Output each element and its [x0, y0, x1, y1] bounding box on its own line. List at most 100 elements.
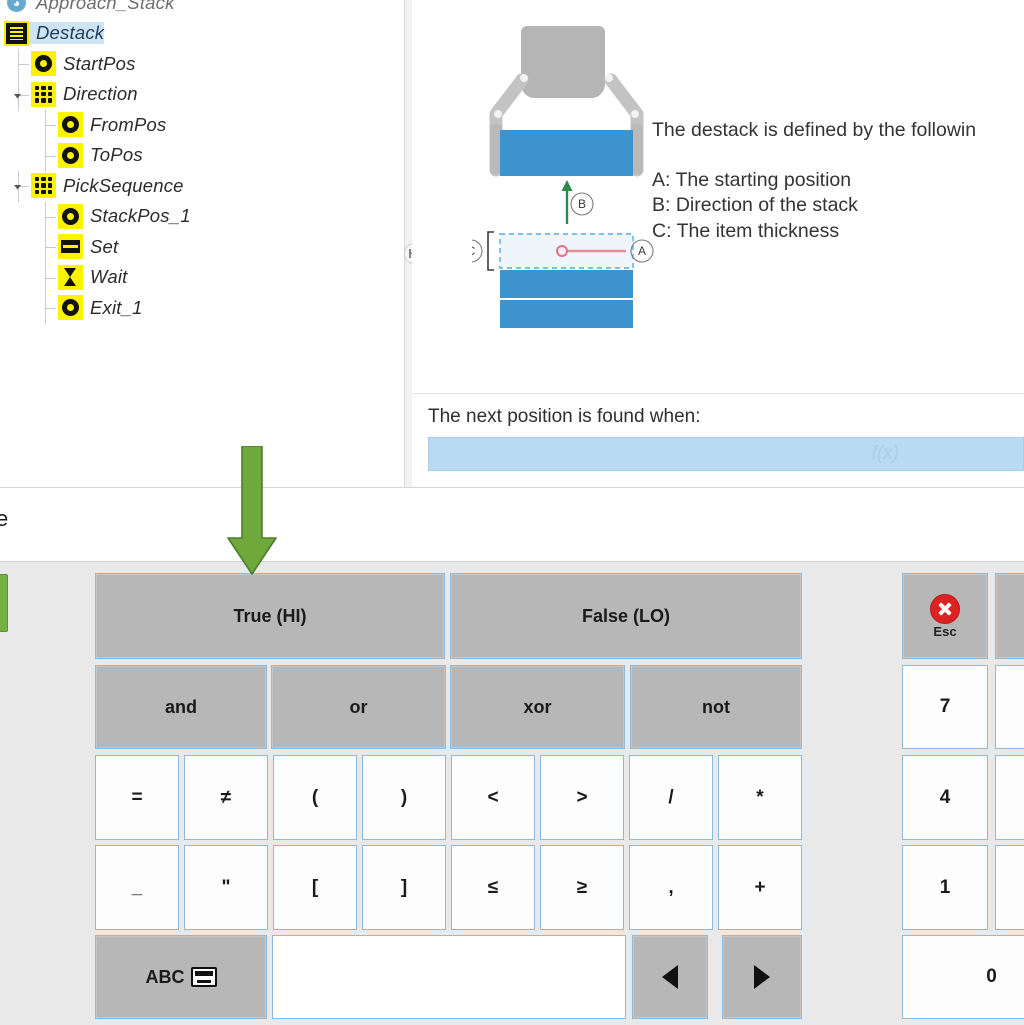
key-abc-switch[interactable]: ABC — [95, 935, 267, 1019]
tree-item-picksequence[interactable]: PickSequence — [0, 171, 404, 202]
tree-item-startpos[interactable]: StartPos — [0, 49, 404, 80]
onscreen-keyboard[interactable]: True (HI) False (LO) and or xor not = ≠() < > / * _ "… — [0, 561, 1024, 1025]
key-bracket-close[interactable]: ] — [362, 845, 446, 930]
key-false-lo[interactable]: False (LO) — [450, 573, 802, 659]
key-and[interactable]: and — [95, 665, 267, 749]
destack-description: The destack is defined by the followin A… — [652, 118, 1024, 245]
right-arrow-icon — [754, 965, 770, 989]
keyboard-text-input[interactable] — [272, 935, 626, 1019]
key-comma[interactable]: , — [629, 845, 713, 930]
tree-item-approach_stack[interactable]: ◕ Approach_Stack — [0, 0, 404, 19]
tree-item-exit_1[interactable]: Exit_1 — [0, 293, 404, 324]
abc-label: ABC — [145, 966, 185, 987]
tree-item-content: PickSequence — [31, 173, 184, 198]
legend-line-c: C: The item thickness — [652, 220, 840, 243]
tree-guide-line — [45, 155, 56, 157]
tree-item-set[interactable]: Set — [0, 232, 404, 263]
program-node-icon: ◕ — [4, 0, 29, 15]
app-root: ◕ Approach_Stack Destack StartPos Direction F… — [0, 0, 1024, 1025]
destack-diagram: B A C — [459, 18, 662, 338]
key-underscore[interactable]: _ — [95, 845, 179, 930]
keyboard-left-edge — [0, 562, 14, 1025]
tree-item-destack[interactable]: Destack — [0, 19, 404, 50]
key-num-0[interactable]: 0 — [902, 935, 1024, 1019]
tree-item-content: Destack — [4, 20, 105, 46]
keyboard-icon — [190, 967, 217, 987]
svg-text:A: A — [638, 244, 646, 258]
tree-guide-line — [45, 216, 56, 218]
waypoint-icon — [58, 295, 83, 320]
tree-item-label: ToPos — [90, 144, 143, 165]
secondary-header-band: e — [0, 487, 1024, 562]
key-multiply[interactable]: * — [718, 755, 802, 840]
tree-item-content: ◕ Approach_Stack — [4, 0, 175, 15]
legend-line-a: A: The starting position — [652, 168, 852, 191]
key-not[interactable]: not — [630, 665, 802, 749]
tree-item-wait[interactable]: Wait — [0, 262, 404, 294]
key-esc[interactable]: Esc — [902, 573, 988, 659]
key-num-col2-row3[interactable] — [995, 845, 1024, 930]
tree-item-label: PickSequence — [63, 174, 184, 196]
esc-label: Esc — [933, 624, 957, 639]
key-not-equal[interactable]: ≠ — [184, 755, 268, 840]
key-num-4[interactable]: 4 — [902, 755, 988, 840]
waypoint-icon — [58, 112, 83, 137]
fx-placeholder: f(x) — [871, 443, 899, 464]
key-num-col2-row1[interactable] — [995, 665, 1024, 749]
next-position-block: The next position is found when: f(x) — [428, 406, 1024, 471]
tree-item-label: StackPos_1 — [90, 205, 191, 226]
program-editor-area: ◕ Approach_Stack Destack StartPos Direction F… — [0, 0, 1024, 487]
key-backspace[interactable] — [995, 573, 1024, 659]
tree-item-label: Approach_Stack — [36, 0, 175, 13]
key-less-than[interactable]: < — [451, 755, 535, 840]
green-side-tab[interactable] — [0, 574, 8, 632]
key-divide[interactable]: / — [629, 755, 713, 840]
legend-line-b: B: Direction of the stack — [652, 194, 858, 217]
key-greater-than[interactable]: > — [540, 755, 624, 840]
tree-item-label: FromPos — [90, 113, 167, 135]
key-greater-equal[interactable]: ≥ — [540, 845, 624, 930]
key-cursor-right[interactable] — [722, 935, 802, 1019]
key-paren-close[interactable]: ) — [362, 755, 446, 840]
key-num-7[interactable]: 7 — [902, 665, 988, 749]
key-num-1[interactable]: 1 — [902, 845, 988, 930]
key-double-quote[interactable]: " — [184, 845, 268, 930]
tree-item-topos[interactable]: ToPos — [0, 140, 404, 172]
key-equals[interactable]: = — [95, 755, 179, 840]
left-arrow-icon — [662, 965, 678, 989]
destack-node-icon — [4, 20, 29, 46]
waypoint-icon — [31, 51, 56, 76]
waypoint-icon — [58, 203, 83, 229]
tree-item-content: ToPos — [58, 142, 143, 168]
key-or[interactable]: or — [271, 665, 446, 749]
waypoint-icon — [58, 142, 83, 168]
tree-item-label: Destack — [29, 22, 105, 44]
chevron-down-icon[interactable] — [12, 181, 23, 192]
key-paren-open[interactable]: ( — [273, 755, 357, 840]
tree-item-stackpos_1[interactable]: StackPos_1 — [0, 201, 404, 233]
tree-item-content: Set — [58, 234, 118, 259]
key-num-col2-row2[interactable] — [995, 755, 1024, 840]
key-xor[interactable]: xor — [450, 665, 625, 749]
key-true-hi[interactable]: True (HI) — [95, 573, 445, 659]
tree-item-frompos[interactable]: FromPos — [0, 110, 404, 141]
key-bracket-open[interactable]: [ — [273, 845, 357, 930]
svg-text:C: C — [472, 244, 476, 258]
key-cursor-left[interactable] — [632, 935, 708, 1019]
tree-item-label: Wait — [90, 266, 128, 287]
key-less-equal[interactable]: ≤ — [451, 845, 535, 930]
description-lead: The destack is defined by the followin — [652, 119, 977, 141]
set-icon — [58, 234, 83, 259]
clipped-header-text: e — [0, 506, 9, 531]
program-tree-panel[interactable]: ◕ Approach_Stack Destack StartPos Direction F… — [0, 0, 404, 487]
tree-guide-line — [45, 308, 56, 309]
tree-guide-line — [45, 247, 56, 248]
tree-item-content: StartPos — [31, 51, 136, 76]
key-plus[interactable]: + — [718, 845, 802, 930]
grid-node-icon — [31, 173, 56, 198]
tree-item-content: Direction — [31, 81, 138, 107]
expression-input[interactable]: f(x) — [428, 437, 1024, 471]
chevron-down-icon[interactable] — [12, 90, 23, 101]
tree-item-direction[interactable]: Direction — [0, 79, 404, 111]
tree-guide-line — [18, 64, 29, 65]
